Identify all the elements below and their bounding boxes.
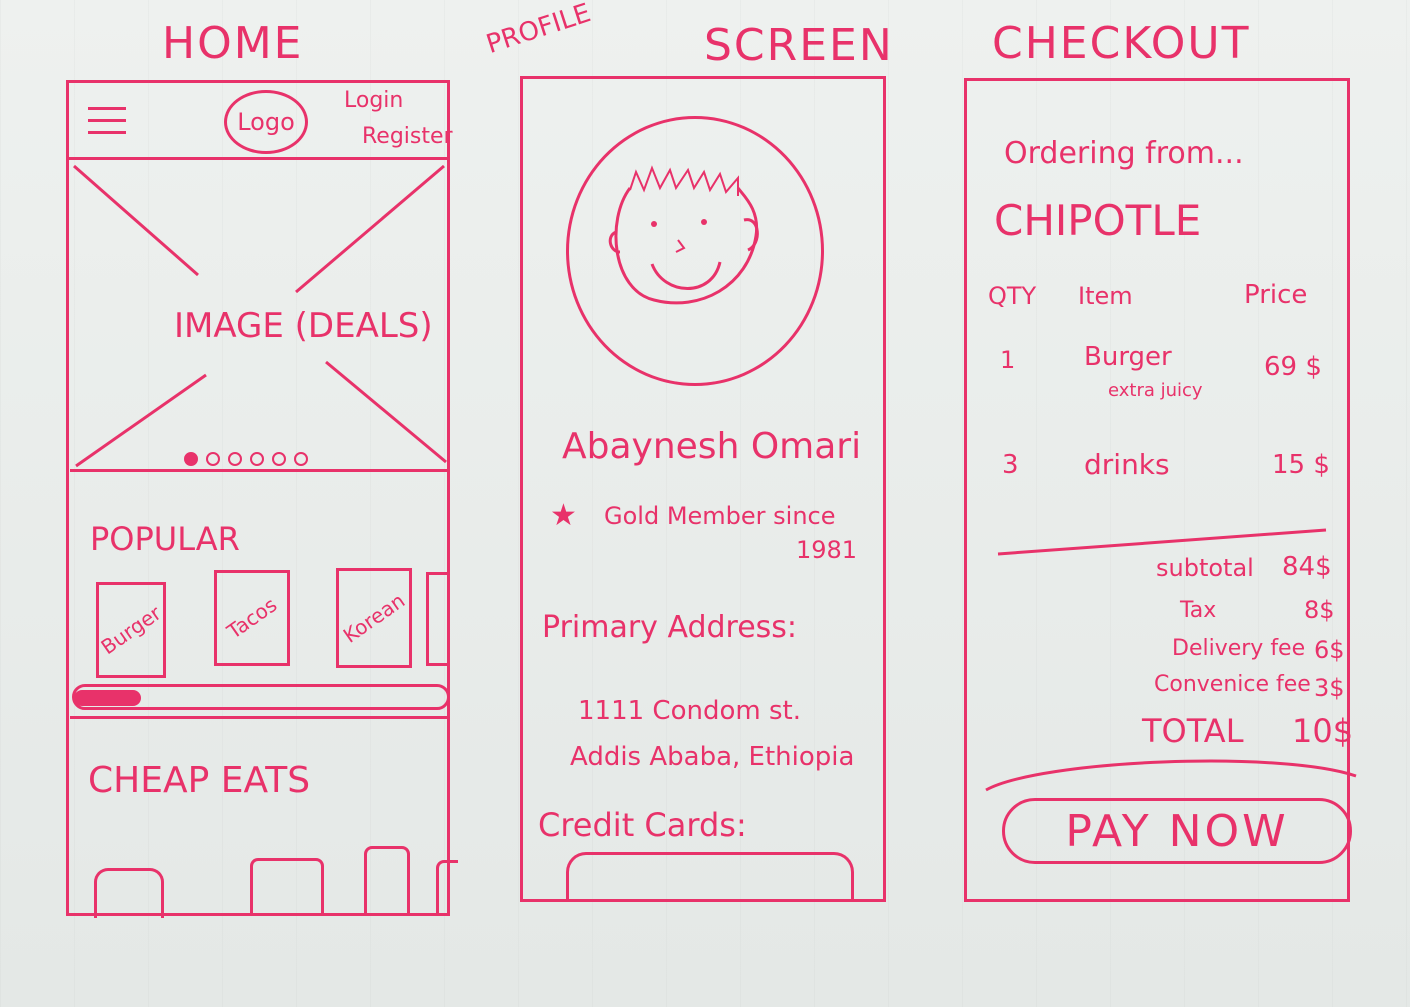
pay-now-button[interactable]: PAY NOW	[1002, 798, 1352, 864]
pay-now-label: PAY NOW	[1065, 805, 1289, 857]
